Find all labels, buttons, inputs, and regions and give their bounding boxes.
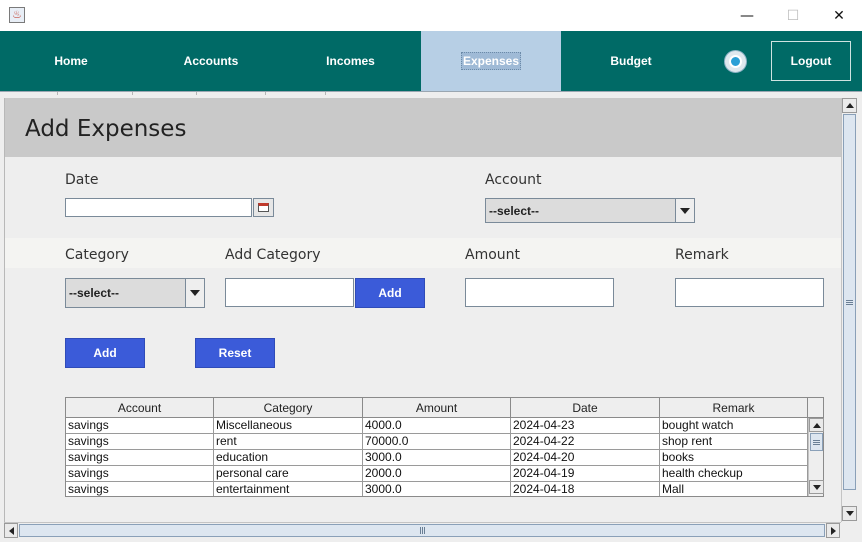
date-label: Date [65, 172, 99, 188]
logout-button[interactable]: Logout [771, 41, 851, 81]
panel-vertical-scrollbar[interactable] [841, 98, 857, 526]
cell-amount: 3000.0 [363, 482, 511, 496]
column-header-category[interactable]: Category [214, 398, 363, 418]
app-window: ♨ — ☐ ✕ Home Accounts Incomes Expenses B… [0, 0, 862, 542]
account-select-value: --select-- [489, 203, 540, 218]
tab-strip [0, 92, 840, 96]
column-header-account[interactable]: Account [66, 398, 214, 418]
cell-amount: 70000.0 [363, 434, 511, 450]
cell-account: savings [66, 418, 214, 434]
scroll-corner [841, 522, 857, 538]
remark-input[interactable] [675, 278, 824, 307]
arrow-down-icon [845, 511, 854, 516]
nav-tab-home[interactable]: Home [0, 31, 142, 91]
add-category-label: Add Category [225, 247, 321, 263]
cell-account: savings [66, 450, 214, 466]
column-header-remark[interactable]: Remark [660, 398, 808, 418]
calendar-button[interactable] [253, 198, 274, 217]
java-cup-icon: ♨ [9, 7, 25, 23]
arrow-right-icon [830, 526, 836, 535]
scroll-right-button[interactable] [826, 523, 840, 538]
cell-date: 2024-04-18 [511, 482, 660, 496]
account-select[interactable]: --select-- [485, 198, 695, 223]
cell-date: 2024-04-19 [511, 466, 660, 482]
cell-amount: 2000.0 [363, 466, 511, 482]
chevron-down-icon[interactable] [675, 199, 694, 222]
scroll-left-button[interactable] [4, 523, 18, 538]
arrow-up-icon [845, 103, 854, 108]
panel-horizontal-scrollbar[interactable] [4, 522, 841, 538]
cell-remark: Mall [660, 482, 808, 496]
cell-remark: health checkup [660, 466, 808, 482]
maximize-button[interactable]: ☐ [770, 0, 816, 31]
page-title: Add Expenses [25, 116, 187, 142]
category-select-value: --select-- [69, 286, 120, 300]
add-category-input[interactable] [225, 278, 354, 307]
close-button[interactable]: ✕ [816, 0, 862, 31]
table-row[interactable]: savings education 3000.0 2024-04-20 book… [66, 450, 808, 466]
arrow-up-icon [812, 422, 821, 428]
column-header-date[interactable]: Date [511, 398, 660, 418]
table-header: Account Category Amount Date Remark [66, 398, 808, 418]
chevron-down-icon[interactable] [185, 279, 204, 307]
cell-category: entertainment [214, 482, 363, 496]
scroll-up-button[interactable] [842, 98, 857, 113]
table-row[interactable]: savings personal care 2000.0 2024-04-19 … [66, 466, 808, 482]
cell-category: personal care [214, 466, 363, 482]
expenses-table: Account Category Amount Date Remark savi… [65, 397, 824, 497]
panel-vscroll-thumb[interactable] [843, 114, 856, 490]
minimize-button[interactable]: — [724, 0, 770, 31]
account-label: Account [485, 172, 542, 188]
table-body: savings Miscellaneous 4000.0 2024-04-23 … [66, 418, 808, 496]
expenses-panel: Add Expenses Date Account --select-- Cat… [4, 98, 841, 526]
table-vertical-scrollbar[interactable] [808, 418, 824, 496]
cell-amount: 3000.0 [363, 450, 511, 466]
nav-tab-expenses-label: Expenses [460, 52, 522, 70]
amount-input[interactable] [465, 278, 614, 307]
nav-bar: Home Accounts Incomes Expenses Budget Lo… [0, 31, 862, 91]
add-expense-button[interactable]: Add [65, 338, 145, 368]
cell-account: savings [66, 466, 214, 482]
table-row[interactable]: savings Miscellaneous 4000.0 2024-04-23 … [66, 418, 808, 434]
nav-tab-budget[interactable]: Budget [561, 31, 701, 91]
nav-tab-incomes[interactable]: Incomes [280, 31, 421, 91]
category-label: Category [65, 247, 129, 263]
calendar-icon [258, 203, 269, 212]
cell-date: 2024-04-22 [511, 434, 660, 450]
scroll-down-button[interactable] [842, 506, 857, 521]
table-row[interactable]: savings entertainment 3000.0 2024-04-18 … [66, 482, 808, 496]
cell-category: education [214, 450, 363, 466]
cell-category: Miscellaneous [214, 418, 363, 434]
table-scroll-thumb[interactable] [810, 433, 823, 451]
date-input[interactable] [65, 198, 252, 217]
amount-label: Amount [465, 247, 521, 263]
add-category-button[interactable]: Add [355, 278, 425, 308]
cell-date: 2024-04-20 [511, 450, 660, 466]
cell-remark: bought watch [660, 418, 808, 434]
arrow-left-icon [8, 526, 14, 535]
cell-category: rent [214, 434, 363, 450]
cell-date: 2024-04-23 [511, 418, 660, 434]
table-header-corner [808, 398, 823, 418]
scroll-down-button[interactable] [809, 480, 824, 494]
cell-account: savings [66, 482, 214, 496]
category-select[interactable]: --select-- [65, 278, 205, 308]
table-row[interactable]: savings rent 70000.0 2024-04-22 shop ren… [66, 434, 808, 450]
nav-tab-expenses[interactable]: Expenses [421, 31, 561, 91]
content-frame: Add Expenses Date Account --select-- Cat… [0, 91, 862, 542]
arrow-down-icon [812, 484, 821, 490]
cell-amount: 4000.0 [363, 418, 511, 434]
page-header: Add Expenses [5, 98, 841, 157]
remark-label: Remark [675, 247, 729, 263]
user-profile-icon[interactable] [724, 50, 747, 73]
title-bar: ♨ — ☐ ✕ [0, 0, 862, 31]
panel-hscroll-thumb[interactable] [19, 524, 825, 537]
nav-tab-accounts[interactable]: Accounts [142, 31, 280, 91]
cell-remark: books [660, 450, 808, 466]
cell-account: savings [66, 434, 214, 450]
cell-remark: shop rent [660, 434, 808, 450]
scroll-up-button[interactable] [809, 418, 824, 432]
column-header-amount[interactable]: Amount [363, 398, 511, 418]
reset-button[interactable]: Reset [195, 338, 275, 368]
